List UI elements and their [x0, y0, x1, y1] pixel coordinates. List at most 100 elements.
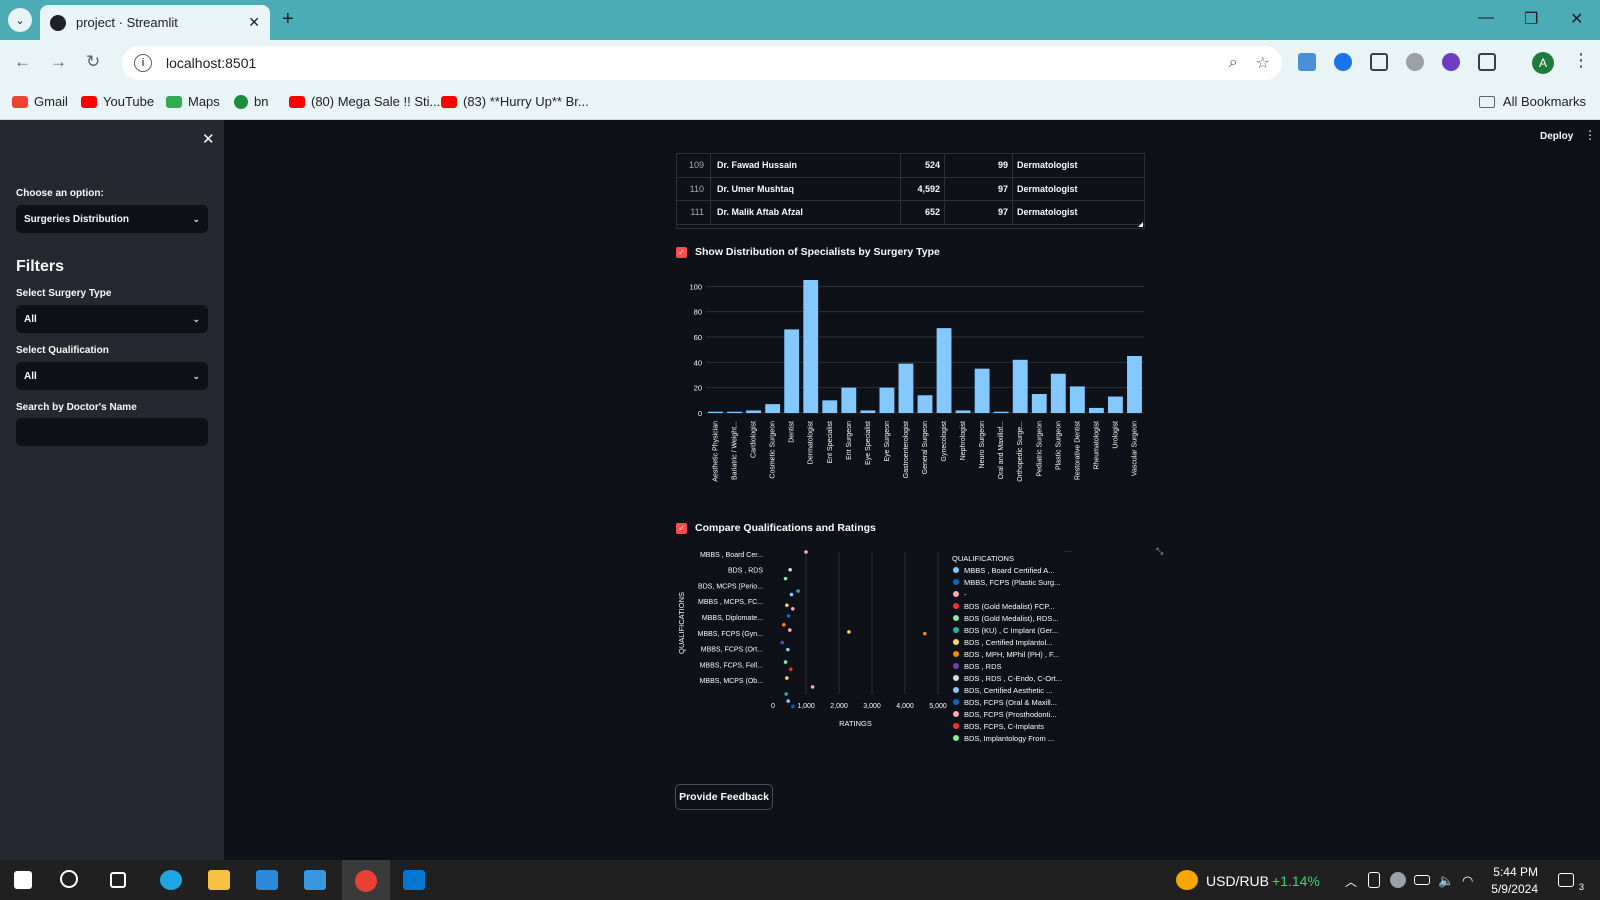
- bar[interactable]: [917, 395, 933, 413]
- search-doctor-input[interactable]: [16, 418, 208, 446]
- task-view-icon[interactable]: [110, 872, 126, 888]
- bar[interactable]: [841, 387, 857, 413]
- windows-start-icon[interactable]: [14, 871, 32, 889]
- choose-option-select[interactable]: Surgeries Distribution ⌄: [16, 205, 208, 233]
- legend-entry[interactable]: BDS, FCPS, C-Implants: [964, 722, 1044, 731]
- bar[interactable]: [860, 410, 876, 413]
- scatter-point[interactable]: [788, 628, 792, 632]
- file-explorer-icon[interactable]: [208, 870, 230, 890]
- bar[interactable]: [1069, 386, 1085, 413]
- table-row[interactable]: 110 Dr. Umer Mushtaq 4,592 97 Dermatolog…: [677, 177, 1144, 201]
- bookmark-star-icon[interactable]: ☆: [1256, 53, 1270, 73]
- device-icon[interactable]: [1368, 872, 1380, 888]
- battery-icon[interactable]: [1414, 875, 1430, 885]
- bar[interactable]: [727, 411, 742, 413]
- legend-entry[interactable]: BDS, Implantology From ...: [964, 734, 1054, 743]
- checkbox-checked-icon[interactable]: ✓: [676, 522, 687, 534]
- all-bookmarks[interactable]: All Bookmarks: [1478, 94, 1586, 109]
- deploy-button[interactable]: Deploy: [1540, 131, 1573, 142]
- scatter-point[interactable]: [791, 704, 795, 709]
- scatter-point[interactable]: [783, 660, 788, 664]
- scatter-point[interactable]: [847, 630, 851, 634]
- bar[interactable]: [1012, 359, 1028, 413]
- scatter-point[interactable]: [786, 699, 790, 703]
- bar[interactable]: [784, 329, 800, 413]
- bar[interactable]: [765, 404, 781, 413]
- legend-entry[interactable]: BDS, FCPS (Prosthodonti...: [964, 710, 1057, 719]
- store-icon[interactable]: [256, 870, 278, 890]
- mail-icon[interactable]: [304, 870, 326, 890]
- bar[interactable]: [708, 411, 723, 413]
- table-row[interactable]: 111 Dr. Malik Aftab Afzal 652 97 Dermato…: [677, 201, 1144, 225]
- restore-icon[interactable]: ❐: [1524, 9, 1538, 29]
- minimize-icon[interactable]: —: [1478, 9, 1494, 27]
- bookmark-youtube[interactable]: YouTube: [81, 94, 154, 109]
- scatter-point[interactable]: [789, 667, 793, 671]
- bookmark-bn[interactable]: bn: [234, 94, 268, 109]
- bar[interactable]: [879, 387, 895, 413]
- compare-checkbox[interactable]: ✓ Compare Qualifications and Ratings: [676, 522, 876, 534]
- bar[interactable]: [1127, 356, 1142, 413]
- scatter-point[interactable]: [782, 622, 786, 627]
- scatter-point[interactable]: [786, 614, 791, 618]
- legend-entry[interactable]: MBBS , Board Certified A...: [964, 566, 1054, 575]
- main-menu-icon[interactable]: ⋮: [1584, 128, 1596, 142]
- clock-time[interactable]: 5:44 PM: [1480, 865, 1538, 879]
- edge-icon[interactable]: [160, 870, 182, 890]
- clock-date[interactable]: 5/9/2024: [1472, 882, 1538, 896]
- image-extension-icon[interactable]: [1370, 53, 1388, 71]
- scatter-point[interactable]: [784, 692, 788, 696]
- bar[interactable]: [936, 328, 952, 413]
- checkbox-checked-icon[interactable]: ✓: [676, 246, 687, 258]
- legend-menu-icon[interactable]: ···: [1064, 547, 1072, 556]
- legend-entry[interactable]: MBBS, FCPS (Plastic Surg...: [964, 578, 1060, 587]
- bar[interactable]: [974, 368, 990, 413]
- legend-entry[interactable]: -: [964, 590, 967, 599]
- bookmark-gmail[interactable]: Gmail: [12, 94, 68, 109]
- search-icon[interactable]: [60, 870, 78, 888]
- extensions-puzzle-icon[interactable]: [1478, 53, 1496, 71]
- legend-entry[interactable]: BDS, FCPS (Oral & Maxill...: [964, 698, 1057, 707]
- bookmark-maps[interactable]: Maps: [166, 94, 220, 109]
- scatter-point[interactable]: [804, 550, 808, 554]
- forward-icon[interactable]: →: [50, 52, 67, 72]
- bar[interactable]: [1050, 373, 1066, 413]
- legend-entry[interactable]: BDS, Certified Aesthetic ...: [964, 686, 1052, 695]
- tray-chevron-icon[interactable]: ︿: [1345, 873, 1357, 890]
- browser-menu-icon[interactable]: ⋮: [1572, 50, 1590, 71]
- scatter-point[interactable]: [785, 603, 789, 608]
- extension-2-icon[interactable]: [1334, 53, 1352, 71]
- legend-entry[interactable]: BDS , MPH, MPhil (PH) , F...: [964, 650, 1059, 659]
- qualification-select[interactable]: All ⌄: [16, 362, 208, 390]
- profile-avatar[interactable]: A: [1532, 52, 1554, 74]
- new-tab-icon[interactable]: +: [282, 8, 294, 31]
- scatter-point[interactable]: [789, 592, 794, 597]
- scatter-point[interactable]: [780, 640, 785, 645]
- tab-search-icon[interactable]: ⌄: [8, 8, 32, 32]
- legend-entry[interactable]: BDS (Gold Medalist) FCP...: [964, 602, 1055, 611]
- currency-widget-icon[interactable]: [1176, 870, 1198, 890]
- download-extension-icon[interactable]: [1442, 53, 1460, 71]
- surgery-type-select[interactable]: All ⌄: [16, 305, 208, 333]
- scatter-point[interactable]: [786, 647, 790, 652]
- back-icon[interactable]: ←: [14, 52, 31, 72]
- bookmark-hurry-up[interactable]: (83) **Hurry Up** Br...: [441, 94, 589, 109]
- translate-extension-icon[interactable]: [1406, 53, 1424, 71]
- table-row[interactable]: 109 Dr. Fawad Hussain 524 99 Dermatologi…: [677, 154, 1144, 178]
- bar[interactable]: [1088, 407, 1104, 413]
- qualifications-ratings-scatter-chart[interactable]: 0 1,000 2,000 3,000 4,000 5,000 RATINGS QUALIFI…: [676, 544, 1176, 754]
- legend-entry[interactable]: BDS (KU) , C Implant (Ger...: [964, 626, 1058, 635]
- legend-entry[interactable]: BDS , Certified Implantol...: [964, 638, 1052, 647]
- tab-close-icon[interactable]: ✕: [248, 14, 260, 31]
- address-bar[interactable]: i localhost:8501 ⌕ ☆: [122, 46, 1282, 80]
- bar[interactable]: [898, 363, 914, 413]
- volume-icon[interactable]: 🔈: [1438, 873, 1454, 889]
- bar[interactable]: [822, 400, 838, 413]
- scatter-point[interactable]: [785, 676, 789, 680]
- bar[interactable]: [993, 411, 1009, 413]
- bar[interactable]: [1108, 396, 1123, 413]
- fullscreen-icon[interactable]: ⤡: [1156, 546, 1163, 556]
- distribution-checkbox[interactable]: ✓ Show Distribution of Specialists by Su…: [676, 246, 940, 258]
- vscode-icon[interactable]: [403, 870, 425, 890]
- provide-feedback-button[interactable]: Provide Feedback: [675, 784, 773, 810]
